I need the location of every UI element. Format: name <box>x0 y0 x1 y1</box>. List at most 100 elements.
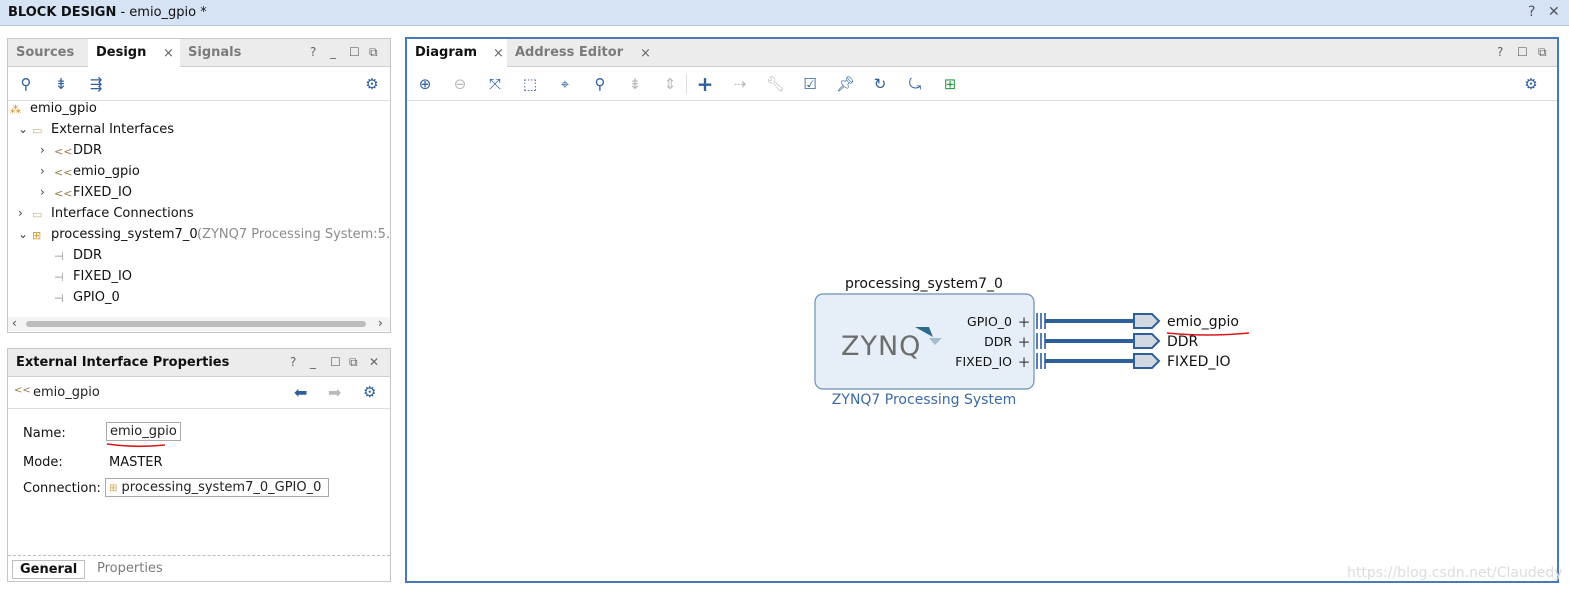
tree-label: FIXED_IO <box>73 269 133 284</box>
mode-label: Mode: <box>23 455 63 470</box>
forward-arrow-icon[interactable]: ➡ <box>328 383 341 402</box>
watermark: https://blog.csdn.net/Claudedy <box>1347 565 1563 581</box>
validate-icon[interactable]: ☑ <box>801 75 819 93</box>
regenerate-layout-icon[interactable]: ⊞ <box>941 75 959 93</box>
optimize-routing-icon[interactable]: ⤿ <box>906 75 924 93</box>
tree-label: Interface Connections <box>51 206 194 221</box>
external-port-ddr[interactable] <box>1133 333 1161 349</box>
port-ddr-label: DDR <box>984 334 1012 349</box>
expand-icon[interactable]: ⇕ <box>661 75 679 93</box>
connection-value: processing_system7_0_GPIO_0 <box>121 480 322 495</box>
name-field[interactable]: emio_gpio <box>106 422 181 441</box>
design-panel: Sources Design × Signals ? _ ☐ ⧉ ⚲ ⇟ ⇶ ⚙… <box>7 38 391 333</box>
diagram-panel: Diagram × Address Editor × ? ☐ ⧉ ⊕ ⊖ ⤧ ⬚… <box>405 37 1563 583</box>
minimize-icon[interactable]: _ <box>310 355 316 369</box>
tab-design[interactable]: Design × <box>88 39 180 68</box>
back-arrow-icon[interactable]: ⬅ <box>294 383 307 402</box>
external-port-emio-gpio[interactable] <box>1133 313 1161 329</box>
zoom-out-icon[interactable]: ⊖ <box>451 75 469 93</box>
diagram-canvas[interactable]: processing_system7_0 ZYNQ ZYNQ7 Processi… <box>407 101 1563 581</box>
diagram-toolbar: ⊕ ⊖ ⤧ ⬚ ⌖ ⚲ ⇟ ⇕ + ⇢ 🔧︎ ☑ 📌︎ ↻ ⤿ ⊞ ⚙ <box>407 67 1557 101</box>
tab-properties[interactable]: Properties <box>90 560 170 577</box>
selected-object-label: emio_gpio <box>33 385 100 400</box>
zoom-fit-icon[interactable]: ⤧ <box>486 75 504 93</box>
help-icon[interactable]: ? <box>290 355 296 369</box>
chevron-right-icon[interactable]: › <box>40 185 45 199</box>
external-port-fixed-io[interactable] <box>1133 353 1161 369</box>
interface-port-icon: << <box>54 187 73 200</box>
properties-header: External Interface Properties ? _ ☐ ⧉ ✕ <box>8 349 390 377</box>
tab-address-editor-label: Address Editor <box>515 45 624 60</box>
tab-diagram-close-icon[interactable]: × <box>493 46 504 61</box>
gear-icon[interactable]: ⚙ <box>363 75 381 93</box>
maximize-icon[interactable]: ☐ <box>349 45 360 59</box>
float-icon[interactable]: ⧉ <box>369 45 378 60</box>
maximize-icon[interactable]: ☐ <box>1517 45 1528 59</box>
interface-port-icon: << <box>14 385 31 396</box>
pin-icon[interactable]: 📌︎ <box>836 75 855 93</box>
tree-label: DDR <box>73 248 103 263</box>
window-title: BLOCK DESIGN - emio_gpio * <box>8 5 207 20</box>
port-fixed-io-expand-icon[interactable]: + <box>1018 353 1031 371</box>
add-ip-icon[interactable]: + <box>696 74 714 94</box>
chevron-down-icon[interactable]: ⌄ <box>18 122 28 136</box>
properties-panel: External Interface Properties ? _ ☐ ⧉ ✕ … <box>7 348 391 582</box>
tree-desc: (ZYNQ7 Processing System:5.5 <box>197 227 390 242</box>
block-subtitle: ZYNQ7 Processing System <box>832 392 1016 408</box>
block-design-icon: ⁂ <box>10 103 21 116</box>
bus-interface-icon: ⊣ <box>54 250 64 263</box>
scroll-right-icon[interactable]: › <box>378 316 383 330</box>
tab-diagram[interactable]: Diagram × <box>407 39 507 68</box>
tree-label: GPIO_0 <box>73 290 120 305</box>
make-external-icon[interactable]: ⇢ <box>731 75 749 93</box>
chevron-down-icon[interactable]: ⌄ <box>18 227 28 241</box>
horizontal-scrollbar[interactable]: ‹ › <box>8 316 390 331</box>
close-icon[interactable]: ✕ <box>1548 4 1560 20</box>
refresh-icon[interactable]: ↻ <box>871 75 889 93</box>
maximize-icon[interactable]: ☐ <box>330 355 341 369</box>
close-icon[interactable]: ✕ <box>369 355 379 369</box>
ip-block-icon: ⊞ <box>32 229 42 242</box>
tab-design-close-icon[interactable]: × <box>163 46 174 61</box>
window-titlebar: BLOCK DESIGN - emio_gpio * ? ✕ <box>0 0 1569 26</box>
port-gpio0-expand-icon[interactable]: + <box>1018 313 1031 331</box>
tab-signals[interactable]: Signals <box>180 39 249 67</box>
block-diagram: processing_system7_0 ZYNQ ZYNQ7 Processi… <box>814 276 1250 408</box>
collapse-all-icon[interactable]: ⇟ <box>52 75 70 93</box>
chevron-right-icon[interactable]: › <box>40 143 45 157</box>
expand-all-icon[interactable]: ⇶ <box>87 75 105 93</box>
help-icon[interactable]: ? <box>1497 45 1503 59</box>
zoom-area-icon[interactable]: ⬚ <box>521 75 539 93</box>
help-icon[interactable]: ? <box>310 45 316 59</box>
help-icon[interactable]: ? <box>1528 4 1535 20</box>
wrench-icon[interactable]: 🔧︎ <box>766 75 785 93</box>
chevron-right-icon[interactable]: › <box>18 206 23 220</box>
zoom-in-icon[interactable]: ⊕ <box>416 75 434 93</box>
annotation-underline <box>106 443 166 448</box>
interface-port-icon: << <box>54 145 73 158</box>
external-port-emio-gpio-label: emio_gpio <box>1167 314 1239 330</box>
tree-root-label: emio_gpio <box>30 101 97 116</box>
tab-address-editor[interactable]: Address Editor × <box>507 39 655 67</box>
float-icon[interactable]: ⧉ <box>1538 45 1547 60</box>
gear-icon[interactable]: ⚙ <box>363 383 376 401</box>
chevron-right-icon[interactable]: › <box>40 164 45 178</box>
collapse-icon[interactable]: ⇟ <box>626 75 644 93</box>
folder-icon: ▭ <box>32 208 43 221</box>
scrollbar-thumb[interactable] <box>26 321 366 327</box>
tab-general[interactable]: General <box>12 560 86 579</box>
gear-icon[interactable]: ⚙ <box>1522 75 1540 93</box>
tree-processing-system[interactable]: ⌄ ⊞ processing_system7_0 (ZYNQ7 Processi… <box>10 227 390 247</box>
search-icon[interactable]: ⚲ <box>17 75 35 93</box>
search-icon[interactable]: ⚲ <box>591 75 609 93</box>
connection-field[interactable]: ⊞ processing_system7_0_GPIO_0 <box>105 478 329 497</box>
tab-sources[interactable]: Sources <box>8 39 82 67</box>
center-icon[interactable]: ⌖ <box>556 75 574 93</box>
port-ddr-expand-icon[interactable]: + <box>1018 333 1031 351</box>
minimize-icon[interactable]: _ <box>330 45 336 59</box>
tree-label: FIXED_IO <box>73 185 133 200</box>
float-icon[interactable]: ⧉ <box>349 355 358 370</box>
tab-address-editor-close-icon[interactable]: × <box>640 46 651 61</box>
scroll-left-icon[interactable]: ‹ <box>12 316 17 330</box>
block-title: processing_system7_0 <box>845 276 1003 292</box>
